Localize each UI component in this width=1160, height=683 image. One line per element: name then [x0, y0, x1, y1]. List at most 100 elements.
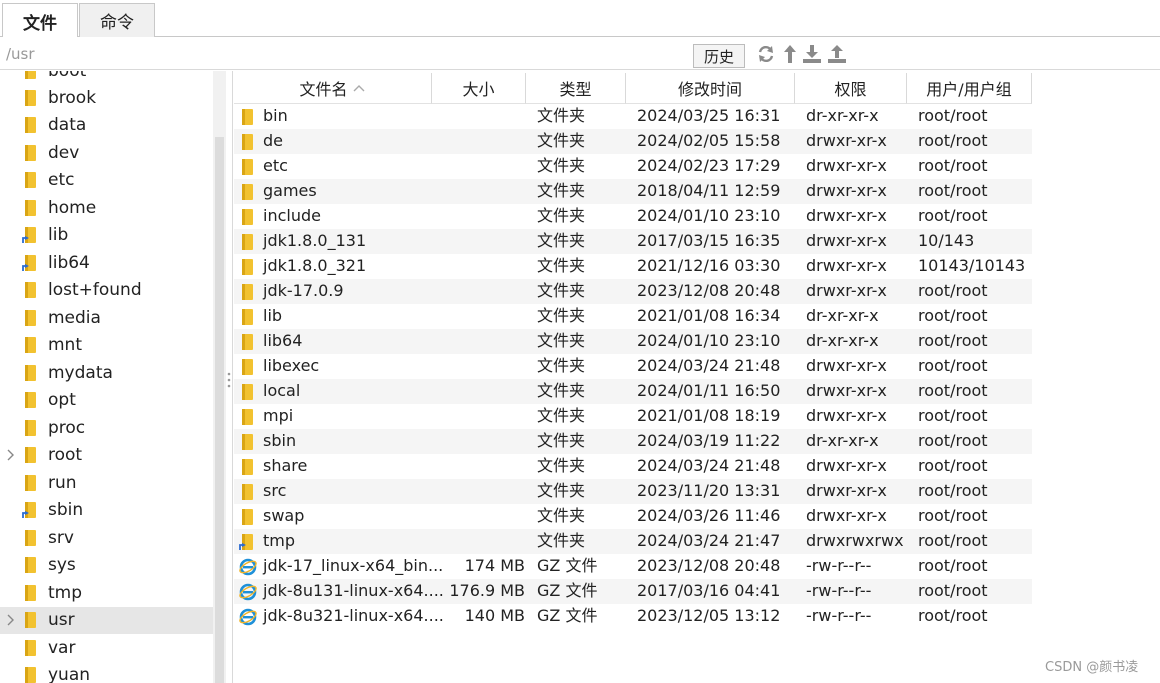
- cell-permissions: drwxr-xr-x: [806, 181, 887, 200]
- refresh-icon[interactable]: [756, 43, 776, 65]
- sidebar-item-boot[interactable]: boot: [0, 71, 213, 85]
- cell-type: 文件夹: [537, 506, 586, 525]
- cell-owner: root/root: [918, 106, 988, 125]
- sidebar-item-media[interactable]: media: [0, 305, 213, 332]
- cell-permissions: dr-xr-xr-x: [806, 306, 879, 325]
- folder-icon: [242, 184, 253, 200]
- sidebar-item-lib64[interactable]: lib64: [0, 250, 213, 277]
- up-arrow-icon[interactable]: [780, 43, 800, 65]
- sidebar-item-run[interactable]: run: [0, 470, 213, 497]
- cell-type: GZ 文件: [537, 581, 598, 600]
- sidebar-item-label: opt: [48, 390, 76, 410]
- folder-link-icon: [239, 534, 253, 550]
- sidebar-item-lost-found[interactable]: lost+found: [0, 277, 213, 304]
- sidebar-item-dev[interactable]: dev: [0, 140, 213, 167]
- cell-size: 174 MB: [464, 556, 525, 575]
- column-header-size[interactable]: 大小: [432, 73, 526, 104]
- splitter-grip-icon[interactable]: [227, 372, 231, 388]
- column-header-permissions[interactable]: 权限: [795, 73, 907, 104]
- table-row[interactable]: de 文件夹 2024/02/05 15:58 drwxr-xr-x root/root: [234, 129, 1032, 154]
- column-header-type[interactable]: 类型: [526, 73, 626, 104]
- sidebar-item-sbin[interactable]: sbin: [0, 497, 213, 524]
- table-row[interactable]: bin 文件夹 2024/03/25 16:31 dr-xr-xr-x root/roo…: [234, 104, 1032, 129]
- table-row[interactable]: local 文件夹 2024/01/11 16:50 drwxr-xr-x root/r…: [234, 379, 1032, 404]
- table-row[interactable]: libexec 文件夹 2024/03/24 21:48 drwxr-xr-x root…: [234, 354, 1032, 379]
- cell-name: jdk-17_linux-x64_bin...: [263, 556, 444, 575]
- sidebar-item-yuan[interactable]: yuan: [0, 662, 213, 683]
- sidebar-item-root[interactable]: root: [0, 442, 213, 469]
- cell-mtime: 2023/12/08 20:48: [637, 556, 781, 575]
- table-row[interactable]: include 文件夹 2024/01/10 23:10 drwxr-xr-x root…: [234, 204, 1032, 229]
- column-header-mtime[interactable]: 修改时间: [626, 73, 795, 104]
- cell-name: jdk1.8.0_321: [263, 256, 367, 275]
- cell-owner: root/root: [918, 306, 988, 325]
- sidebar-item-brook[interactable]: brook: [0, 85, 213, 112]
- cell-name: tmp: [263, 531, 296, 550]
- folder-icon: [242, 284, 253, 300]
- sidebar-item-mnt[interactable]: mnt: [0, 332, 213, 359]
- history-button[interactable]: 历史: [693, 44, 745, 68]
- cell-type: 文件夹: [537, 531, 586, 550]
- sidebar-item-home[interactable]: home: [0, 195, 213, 222]
- cell-name: etc: [263, 156, 288, 175]
- tab-files[interactable]: 文件: [2, 3, 78, 38]
- table-row[interactable]: jdk1.8.0_321 文件夹 2021/12/16 03:30 drwxr-xr-…: [234, 254, 1032, 279]
- table-row[interactable]: tmp 文件夹 2024/03/24 21:47 drwxrwxrwx root/roo…: [234, 529, 1032, 554]
- folder-icon: [242, 209, 253, 225]
- sidebar-item-usr[interactable]: usr: [0, 607, 213, 634]
- cell-owner: root/root: [918, 281, 988, 300]
- table-row[interactable]: lib64 文件夹 2024/01/10 23:10 dr-xr-xr-x root/r…: [234, 329, 1032, 354]
- cell-mtime: 2024/02/23 17:29: [637, 156, 781, 175]
- tab-commands[interactable]: 命令: [79, 3, 155, 37]
- table-row[interactable]: jdk-8u321-linux-x64.... 140 MB GZ 文件 2023/1…: [234, 604, 1032, 629]
- upload-icon[interactable]: [827, 43, 847, 65]
- sidebar-item-label: srv: [48, 528, 74, 548]
- cell-size: 140 MB: [464, 606, 525, 625]
- cell-owner: root/root: [918, 431, 988, 450]
- sidebar-item-tmp[interactable]: tmp: [0, 580, 213, 607]
- path-input[interactable]: [6, 43, 686, 65]
- table-row[interactable]: src 文件夹 2023/11/20 13:31 drwxr-xr-x root/roo…: [234, 479, 1032, 504]
- table-row[interactable]: etc 文件夹 2024/02/23 17:29 drwxr-xr-x root/roo…: [234, 154, 1032, 179]
- sidebar-item-opt[interactable]: opt: [0, 387, 213, 414]
- sidebar-item-label: brook: [48, 88, 97, 108]
- sidebar-item-etc[interactable]: etc: [0, 167, 213, 194]
- cell-permissions: -rw-r--r--: [806, 606, 872, 625]
- download-icon[interactable]: [802, 43, 822, 65]
- sidebar-item-data[interactable]: data: [0, 112, 213, 139]
- table-row[interactable]: swap 文件夹 2024/03/26 11:46 drwxr-xr-x root/ro…: [234, 504, 1032, 529]
- table-row[interactable]: lib 文件夹 2021/01/08 16:34 dr-xr-xr-x root/roo…: [234, 304, 1032, 329]
- cell-owner: root/root: [918, 331, 988, 350]
- table-row[interactable]: jdk1.8.0_131 文件夹 2017/03/15 16:35 drwxr-xr-…: [234, 229, 1032, 254]
- folder-icon: [25, 447, 36, 463]
- folder-icon: [25, 557, 36, 573]
- cell-name: jdk-17.0.9: [263, 281, 344, 300]
- table-row[interactable]: jdk-17.0.9 文件夹 2023/12/08 20:48 drwxr-xr-x r…: [234, 279, 1032, 304]
- chevron-right-icon[interactable]: [3, 447, 17, 463]
- table-row[interactable]: mpi 文件夹 2021/01/08 18:19 drwxr-xr-x root/roo…: [234, 404, 1032, 429]
- sidebar-item-lib[interactable]: lib: [0, 222, 213, 249]
- column-header-owner[interactable]: 用户/用户组: [907, 73, 1032, 104]
- sidebar-item-sys[interactable]: sys: [0, 552, 213, 579]
- sidebar-item-proc[interactable]: proc: [0, 415, 213, 442]
- column-header-label: 文件名: [299, 80, 348, 99]
- sidebar-item-srv[interactable]: srv: [0, 525, 213, 552]
- cell-type: 文件夹: [537, 156, 586, 175]
- folder-icon: [25, 71, 36, 79]
- sidebar-item-mydata[interactable]: mydata: [0, 360, 213, 387]
- cell-type: 文件夹: [537, 356, 586, 375]
- table-row[interactable]: sbin 文件夹 2024/03/19 11:22 dr-xr-xr-x root/ro…: [234, 429, 1032, 454]
- chevron-right-icon[interactable]: [3, 612, 17, 628]
- sidebar-item-var[interactable]: var: [0, 635, 213, 662]
- table-row[interactable]: share 文件夹 2024/03/24 21:48 drwxr-xr-x root/r…: [234, 454, 1032, 479]
- cell-owner: root/root: [918, 556, 988, 575]
- cell-permissions: dr-xr-xr-x: [806, 106, 879, 125]
- cell-mtime: 2024/03/25 16:31: [637, 106, 781, 125]
- table-row[interactable]: jdk-8u131-linux-x64.... 176.9 MB GZ 文件 2017…: [234, 579, 1032, 604]
- table-row[interactable]: jdk-17_linux-x64_bin... 174 MB GZ 文件 2023/1…: [234, 554, 1032, 579]
- folder-icon: [25, 337, 36, 353]
- table-row[interactable]: games 文件夹 2018/04/11 12:59 drwxr-xr-x root/r…: [234, 179, 1032, 204]
- cell-name: lib: [263, 306, 283, 325]
- column-header-name[interactable]: 文件名: [234, 73, 432, 104]
- sidebar-scroll-thumb[interactable]: [215, 137, 224, 683]
